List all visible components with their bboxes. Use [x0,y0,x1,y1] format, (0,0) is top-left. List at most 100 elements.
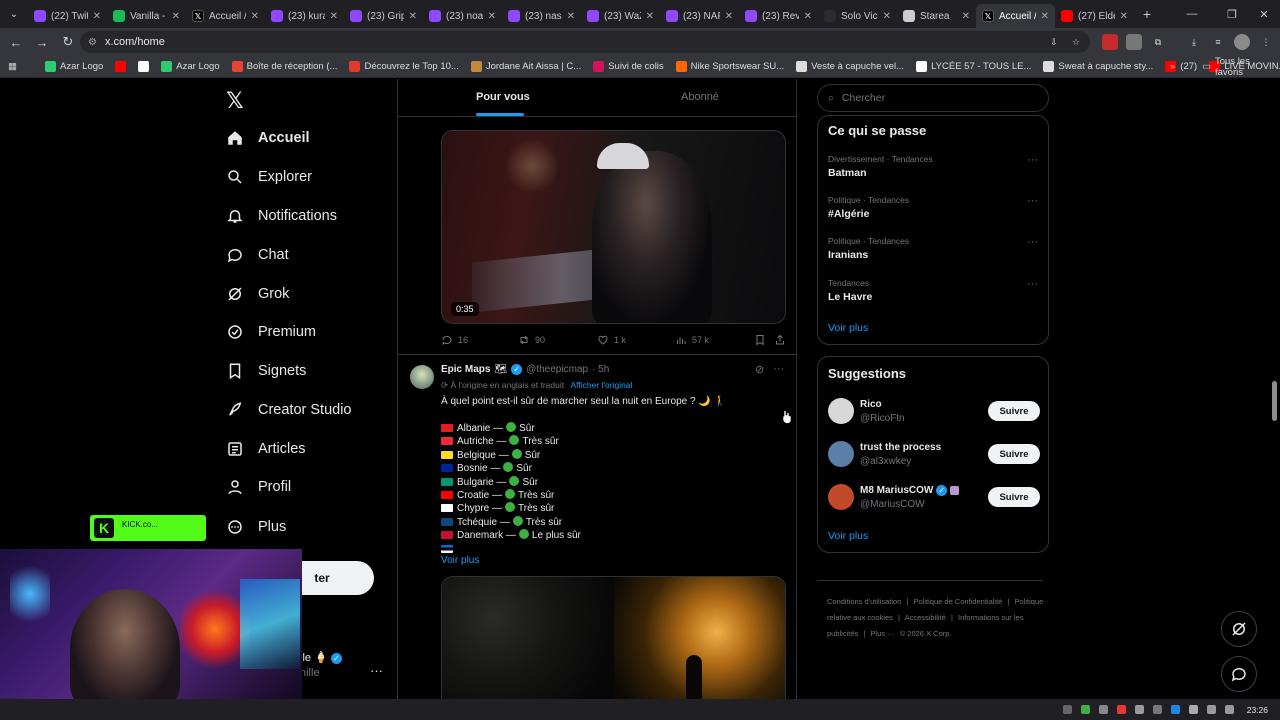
bookmarks-overflow-icon[interactable]: » [1170,61,1175,72]
browser-tab[interactable]: 𝕏 Accueil / ✕ [976,4,1055,28]
extension-red-icon[interactable] [1102,34,1118,50]
close-tab-icon[interactable]: ✕ [1120,11,1128,22]
browser-tab[interactable]: (23) Revi ✕ [739,4,818,28]
post-author-handle[interactable]: @theepicmap [526,364,588,375]
browser-tab[interactable]: (23) kura ✕ [265,4,344,28]
site-info-icon[interactable]: ⚙ [88,37,97,48]
browser-tab[interactable]: Solo Vict ✕ [818,4,897,28]
tray-green-icon[interactable] [1080,705,1090,714]
browser-tab[interactable]: Vanilla - ✕ [107,4,186,28]
close-tab-icon[interactable]: ✕ [646,11,654,22]
close-tab-icon[interactable]: ✕ [488,11,496,22]
trend-more-icon[interactable]: ··· [1027,236,1038,248]
more-options-icon[interactable]: ··· [773,363,784,376]
profile-avatar-icon[interactable] [1234,34,1250,50]
close-window-icon[interactable]: ✕ [1244,0,1280,28]
tab-for-you[interactable]: Pour vous [476,91,530,103]
post-time[interactable]: · 5h [592,364,609,375]
close-tab-icon[interactable]: ✕ [409,11,417,22]
tab-following[interactable]: Abonné [681,91,719,103]
forward-icon[interactable]: → [30,30,54,54]
bookmark-item[interactable]: Nike Sportswear SU... [675,61,784,72]
like-button[interactable]: 1 k [597,334,626,346]
bookmark-item[interactable] [138,61,150,72]
browser-tab[interactable]: (23) NAF ✕ [660,4,739,28]
avatar[interactable] [828,484,854,510]
browser-tab[interactable]: (23) WaZ ✕ [581,4,660,28]
scrollbar-thumb[interactable] [1272,381,1277,421]
bookmark-button[interactable] [754,334,766,346]
browser-tab[interactable]: (23) noal ✕ [423,4,502,28]
tray-discord-icon[interactable] [1134,705,1144,714]
reply-button[interactable]: 16 [441,334,468,346]
bluetooth-icon[interactable] [1170,705,1180,714]
network-icon[interactable] [1206,705,1216,714]
follow-button[interactable]: Suivre [988,444,1040,464]
bookmark-item[interactable]: Azar Logo [44,61,103,72]
bookmark-item[interactable] [115,61,127,72]
reload-icon[interactable]: ↻ [56,30,80,54]
bookmark-item[interactable]: Azar Logo [161,61,220,72]
sidebar-item-plus[interactable]: Plus [226,513,286,541]
sidebar-item-notifications[interactable]: Notifications [226,202,337,230]
browser-tab[interactable]: (23) nas ✕ [502,4,581,28]
trend-item[interactable]: Politique · Tendances Iranians ··· [828,236,1040,261]
system-clock[interactable]: 23:26 [1247,705,1268,715]
display-icon[interactable] [1188,705,1198,714]
tray-settings-icon[interactable] [1152,705,1162,714]
post-author-name[interactable]: Epic Maps [441,364,490,375]
sidebar-item-articles[interactable]: Articles [226,435,306,463]
post-image[interactable] [441,576,786,699]
sidebar-item-accueil[interactable]: Accueil [226,124,310,152]
browser-tab[interactable]: (27) Elde ✕ [1055,4,1134,28]
bookmark-item[interactable]: LYCÉE 57 - TOUS LE... [916,61,1031,72]
messages-fab[interactable] [1221,656,1257,692]
sidebar-item-profil[interactable]: Profil [226,473,291,501]
trends-see-more[interactable]: Voir plus [828,322,868,334]
suggestion-item[interactable]: trust the process @al3xwkey Suivre [828,441,1040,471]
close-tab-icon[interactable]: ✕ [725,11,733,22]
views-button[interactable]: 57 k [675,334,709,346]
avatar[interactable] [828,398,854,424]
avatar[interactable] [410,365,434,389]
browser-tab[interactable]: (23) Grip ✕ [344,4,423,28]
trend-more-icon[interactable]: ··· [1027,195,1038,207]
sidebar-item-signets[interactable]: Signets [226,357,306,385]
sidebar-item-creator-studio[interactable]: Creator Studio [226,396,352,424]
search-input[interactable]: ⌕ Chercher [817,84,1049,112]
bookmark-item[interactable]: Boîte de réception (... [231,61,337,72]
footer-link[interactable]: Accessibilité [905,613,946,622]
account-switcher[interactable]: lle 🍦 ✓ nille [300,651,342,679]
follow-button[interactable]: Suivre [988,401,1040,421]
sidebar-item-chat[interactable]: Chat [226,241,289,269]
apps-grid-icon[interactable]: ▦ [8,61,17,72]
trend-item[interactable]: Divertissement · Tendances Batman ··· [828,154,1040,179]
post-epic-maps[interactable]: Epic Maps 🗺 ✓ @theepicmap · 5h ⊘ ··· ⟳ À… [398,354,796,699]
repost-button[interactable]: 90 [518,334,545,346]
tray-app-icon[interactable] [1098,705,1108,714]
footer-link[interactable]: Conditions d'utilisation [827,597,901,606]
extension-grey-icon[interactable] [1126,34,1142,50]
suggestion-item[interactable]: M8 MariusCOW ✓ @MariusCOW Suivre [828,484,1040,514]
trend-more-icon[interactable]: ··· [1027,278,1038,290]
new-tab-button[interactable]: + [1134,6,1160,22]
close-tab-icon[interactable]: ✕ [93,11,101,22]
footer-link[interactable]: © 2026 X Corp. [900,629,952,638]
footer-link[interactable]: Plus ··· [870,629,894,638]
account-more-icon[interactable]: ··· [370,663,383,678]
bookmark-item[interactable]: Veste à capuche vel... [796,61,904,72]
trend-item[interactable]: Politique · Tendances #Algérie ··· [828,195,1040,220]
downloads-icon[interactable]: ⤓ [1186,34,1202,50]
close-tab-icon[interactable]: ✕ [330,11,338,22]
browser-menu-icon[interactable]: ⋮ [1258,34,1274,50]
minimize-icon[interactable]: — [1172,0,1212,28]
grok-icon[interactable]: ⊘ [755,363,764,376]
close-tab-icon[interactable]: ✕ [804,11,812,22]
media-control-icon[interactable]: ≡ [1210,34,1226,50]
url-input[interactable]: ⚙ x.com/home [80,31,1090,53]
close-tab-icon[interactable]: ✕ [172,11,180,22]
browser-tab[interactable]: Starea ✕ [897,4,976,28]
footer-link[interactable]: Politique de Confidentialité [914,597,1003,606]
sidebar-item-grok[interactable]: Grok [226,280,289,308]
all-bookmarks-folder[interactable]: ▭ Tous les favoris [1202,56,1280,78]
